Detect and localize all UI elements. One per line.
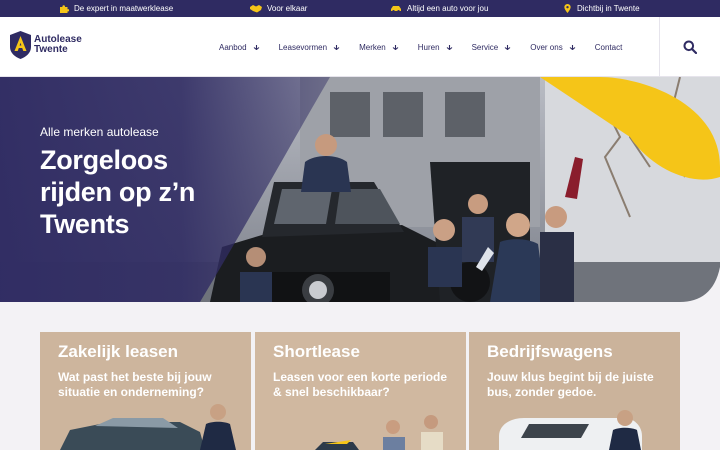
nav-item-label: Leasevormen bbox=[278, 42, 328, 52]
card-bedrijfswagens[interactable]: Bedrijfswagens Jouw klus begint bij de j… bbox=[469, 332, 680, 450]
usp-altijd-auto: Altijd een auto voor jou bbox=[390, 0, 488, 17]
top-usp-bar: De expert in maatwerklease Voor elkaar A… bbox=[0, 0, 720, 17]
nav-item-aanbod[interactable]: Aanbod bbox=[219, 43, 260, 52]
site-logo[interactable]: Autolease Twente bbox=[10, 31, 82, 59]
usp-text: Dichtbij in Twente bbox=[577, 4, 640, 13]
nav-item-merken[interactable]: Merken bbox=[359, 43, 399, 52]
nav-item-over-ons[interactable]: Over ons bbox=[530, 42, 576, 52]
card-title: Bedrijfswagens bbox=[487, 342, 613, 361]
service-cards: Zakelijk leasen Wat past het beste bij j… bbox=[0, 302, 720, 450]
search-icon bbox=[683, 40, 697, 54]
chevron-down-icon bbox=[569, 44, 576, 50]
usp-text: De expert in maatwerklease bbox=[74, 4, 174, 13]
puzzle-icon bbox=[60, 5, 69, 13]
chevron-down-icon bbox=[392, 44, 399, 50]
chevron-down-icon bbox=[333, 44, 340, 50]
card-zakelijk-leasen[interactable]: Zakelijk leasen Wat past het beste bij j… bbox=[40, 332, 251, 450]
chevron-down-icon bbox=[446, 44, 452, 50]
card-subtitle: Jouw klus begint bij de juiste bus, zond… bbox=[487, 370, 654, 399]
nav-item-label: Contact bbox=[594, 42, 623, 52]
main-nav: Aanbod Leasevormen Merken Huren Service … bbox=[219, 17, 622, 77]
card-shortlease[interactable]: Shortlease Leasen voor een korte periode… bbox=[255, 332, 466, 450]
nav-item-label: Service bbox=[471, 42, 499, 52]
logo-text-line2: Twente bbox=[34, 44, 68, 55]
nav-item-contact[interactable]: Contact bbox=[595, 43, 623, 52]
usp-expert: De expert in maatwerklease bbox=[59, 0, 173, 17]
card-subtitle: Leasen voor een korte periode & snel bes… bbox=[273, 370, 448, 399]
logo-shield-icon bbox=[10, 31, 31, 59]
nav-item-label: Aanbod bbox=[219, 42, 247, 52]
hero-title-line: Zorgeloos bbox=[40, 145, 168, 175]
nav-item-service[interactable]: Service bbox=[472, 43, 512, 52]
hero-title-line: Twents bbox=[40, 209, 130, 239]
card-title: Shortlease bbox=[273, 342, 360, 361]
usp-dichtbij: Dichtbij in Twente bbox=[563, 0, 640, 17]
handshake-icon bbox=[250, 5, 262, 13]
nav-item-label: Merken bbox=[359, 42, 386, 52]
nav-item-label: Over ons bbox=[530, 42, 563, 52]
search-button[interactable] bbox=[659, 17, 720, 77]
card-subtitle: Wat past het beste bij jouw situatie en … bbox=[58, 370, 212, 399]
usp-voor-elkaar: Voor elkaar bbox=[250, 0, 307, 17]
site-header: Autolease Twente Aanbod Leasevormen Merk… bbox=[0, 17, 720, 77]
card-title: Zakelijk leasen bbox=[58, 342, 179, 361]
hero-title: Zorgeloos rijden op z’n Twents bbox=[40, 144, 195, 240]
chevron-down-icon bbox=[504, 44, 511, 50]
chevron-down-icon bbox=[253, 44, 259, 50]
usp-text: Altijd een auto voor jou bbox=[407, 4, 489, 13]
usp-text: Voor elkaar bbox=[267, 4, 308, 13]
hero-title-line: rijden op z’n bbox=[40, 177, 196, 207]
hero-banner: Alle merken autolease Zorgeloos rijden o… bbox=[0, 77, 720, 302]
hero-eyebrow: Alle merken autolease bbox=[40, 125, 159, 139]
car-icon bbox=[391, 6, 401, 13]
location-pin-icon bbox=[564, 4, 571, 13]
nav-item-leasevormen[interactable]: Leasevormen bbox=[279, 43, 340, 52]
nav-item-label: Huren bbox=[417, 42, 440, 52]
nav-item-huren[interactable]: Huren bbox=[418, 43, 453, 52]
